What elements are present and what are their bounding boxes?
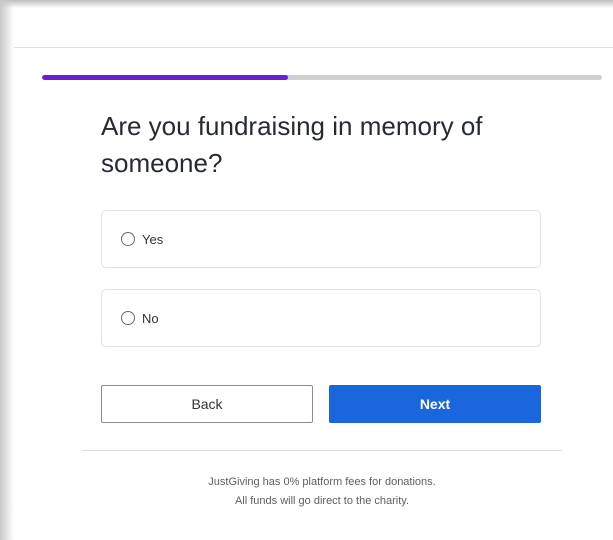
progress-bar xyxy=(42,75,602,80)
option-no-label: No xyxy=(142,310,159,326)
back-button[interactable]: Back xyxy=(101,385,313,423)
radio-yes[interactable] xyxy=(121,232,135,246)
fees-notice: JustGiving has 0% platform fees for dona… xyxy=(82,473,562,511)
fundraising-form-screen: Are you fundraising in memory of someone… xyxy=(0,0,613,540)
option-yes[interactable]: Yes xyxy=(101,210,541,268)
question-title: Are you fundraising in memory of someone… xyxy=(101,111,483,178)
fees-notice-line-2: All funds will go direct to the charity. xyxy=(234,495,410,507)
header-divider xyxy=(14,47,613,48)
window-shadow-left xyxy=(0,0,14,540)
option-no[interactable]: No xyxy=(101,289,541,347)
fees-notice-line-1: JustGiving has 0% platform fees for dona… xyxy=(208,476,436,488)
next-button[interactable]: Next xyxy=(329,385,541,423)
window-shadow-top xyxy=(0,0,613,8)
radio-no[interactable] xyxy=(121,311,135,325)
footer-divider xyxy=(82,450,562,451)
option-yes-label: Yes xyxy=(142,231,164,247)
progress-bar-fill xyxy=(42,75,289,80)
